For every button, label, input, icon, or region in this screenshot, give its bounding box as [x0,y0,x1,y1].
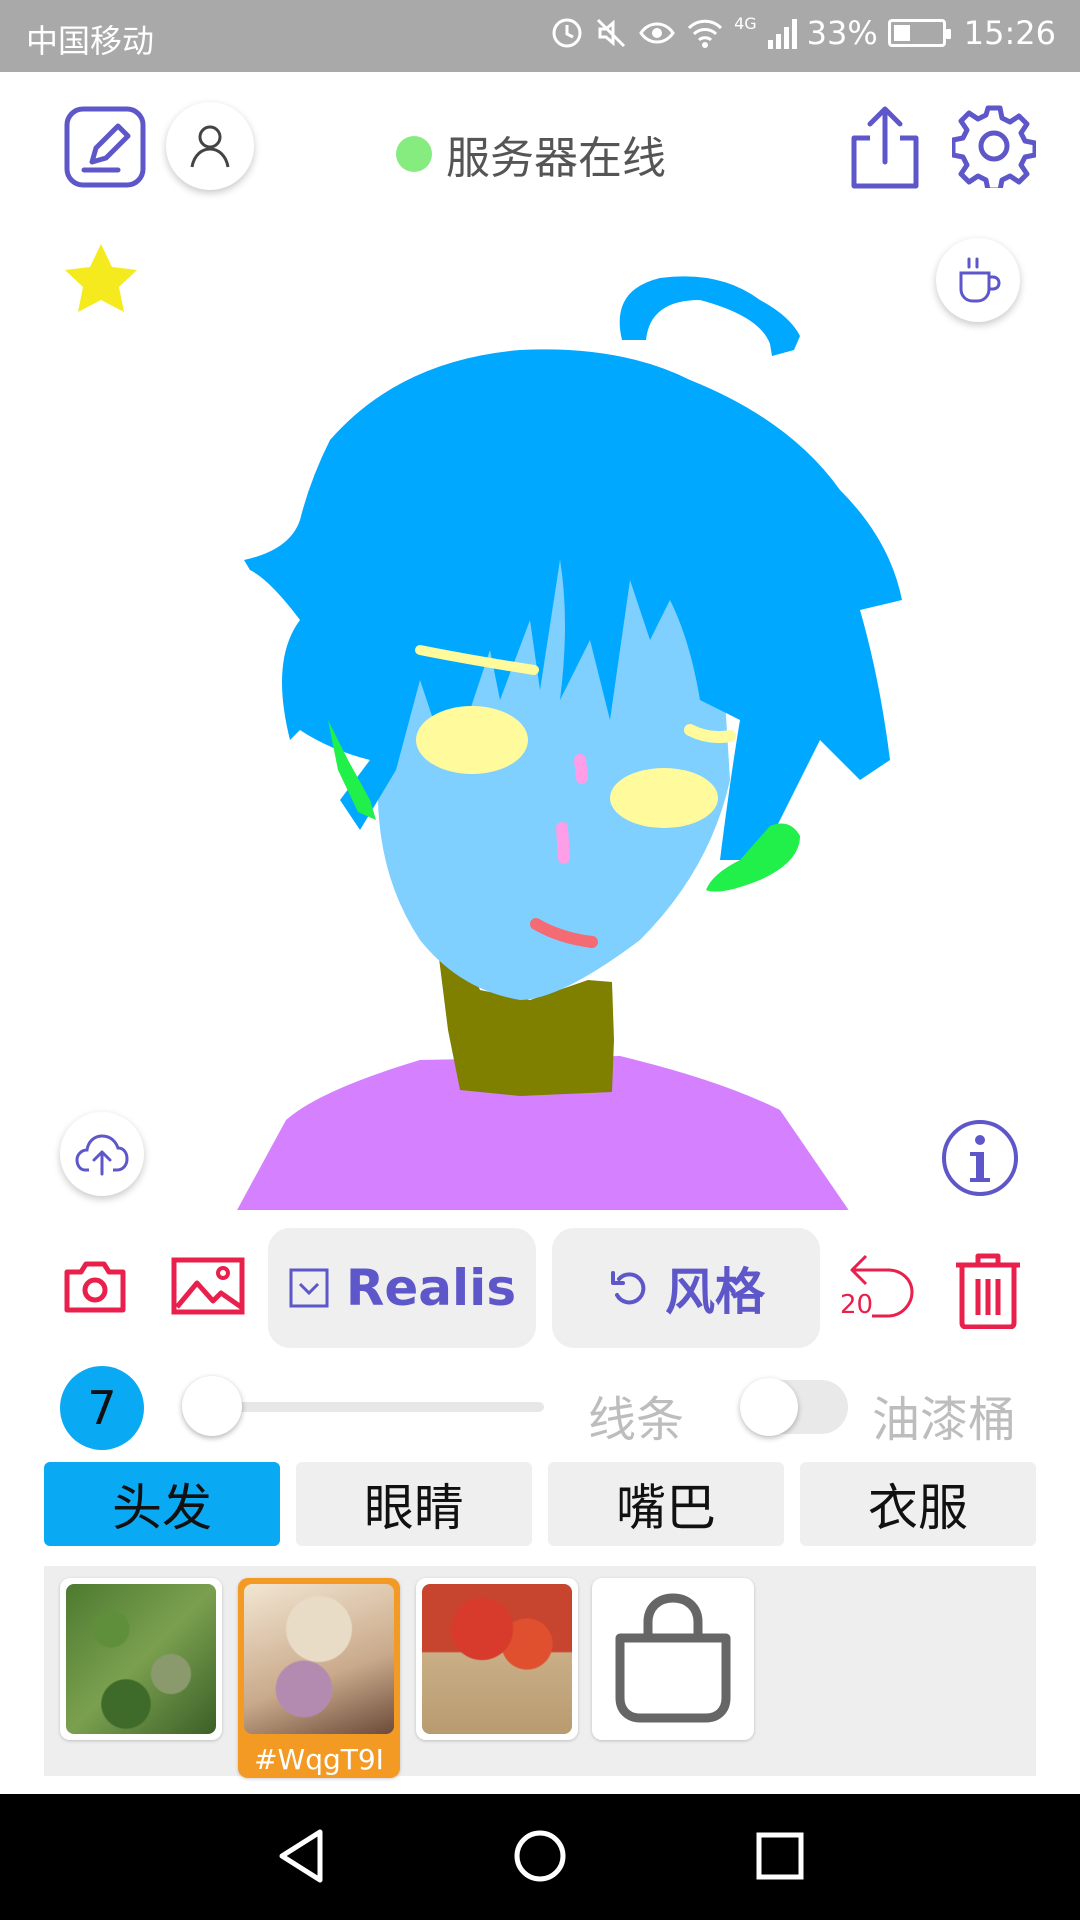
realis-model-button[interactable]: Realis [268,1228,536,1348]
tab-eyes[interactable]: 眼睛 [296,1462,532,1546]
info-button[interactable] [940,1118,1020,1198]
status-icons: 4G 33% 15:26 [550,14,1056,52]
bucket-mode-label: 油漆桶 [872,1392,1017,1448]
server-status-text: 服务器在线 [446,133,666,184]
network-type: 4G [734,14,757,33]
camera-button[interactable] [62,1256,128,1316]
edit-square-icon [64,106,146,188]
carrier-name: 中国移动 [26,22,155,60]
eye-right-stroke [610,768,718,828]
camera-icon [64,1261,126,1313]
gear-icon [952,105,1036,188]
style-button[interactable]: 风格 [552,1228,820,1348]
eye-left-stroke [416,706,528,774]
system-nav-bar [0,1794,1080,1920]
recents-icon[interactable] [750,1826,810,1886]
share-button[interactable] [848,104,922,190]
texture-image [244,1584,394,1734]
wifi-icon [688,19,723,48]
drawing-canvas[interactable] [0,210,1080,1210]
texture-thumbnail-selected[interactable]: #WqgT9I [238,1578,400,1778]
battery-percent: 33% [806,14,878,52]
texture-image [422,1584,572,1734]
eye-icon [639,22,675,44]
back-icon[interactable] [272,1826,332,1886]
user-icon [190,125,230,168]
battery-icon [887,19,951,47]
signal-icon [767,19,797,49]
status-bar: 中国移动 4G 33% 15:26 [0,0,1080,72]
alarm-icon [552,18,582,48]
info-icon [942,1120,1018,1196]
texture-image [66,1584,216,1734]
bag-icon [615,1593,731,1723]
line-mode-label: 线条 [588,1392,685,1448]
account-button[interactable] [166,102,254,190]
action-row: Realis 风格 20 [0,1228,1080,1348]
tab-clothes[interactable]: 衣服 [800,1462,1036,1546]
share-icon [851,106,919,189]
model-select-icon [289,1268,329,1308]
tab-hair[interactable]: 头发 [44,1462,280,1546]
server-status-dot [396,136,432,172]
brow-right-stroke [684,724,736,744]
texture-thumbnail[interactable] [416,1578,578,1740]
cloud-upload-icon [75,1134,129,1176]
sketch-mode-button[interactable] [62,104,148,190]
upload-button[interactable] [60,1112,144,1196]
settings-button[interactable] [952,104,1036,188]
brush-size-badge[interactable]: 7 [60,1366,144,1450]
gallery-button[interactable] [170,1256,246,1316]
trash-icon [956,1253,1020,1329]
clear-button[interactable] [950,1250,1026,1330]
style-label: 风格 [665,1263,765,1321]
shop-button[interactable] [592,1578,754,1740]
server-status: 服务器在线 [396,122,666,186]
mute-icon [597,18,626,48]
hair-strand-stroke [619,276,800,356]
brush-size-slider-thumb[interactable] [182,1376,242,1436]
undo-count: 20 [840,1290,874,1320]
realis-label: Realis [345,1259,517,1317]
home-icon[interactable] [510,1826,570,1886]
tab-mouth[interactable]: 嘴巴 [548,1462,784,1546]
texture-panel: #WqgT9I [44,1566,1036,1778]
texture-thumbnail[interactable] [60,1578,222,1740]
refresh-icon [611,1271,646,1305]
clock: 15:26 [963,14,1056,52]
fill-mode-toggle-thumb[interactable] [740,1378,798,1436]
image-icon [171,1257,245,1315]
texture-label: #WqgT9I [254,1743,384,1776]
